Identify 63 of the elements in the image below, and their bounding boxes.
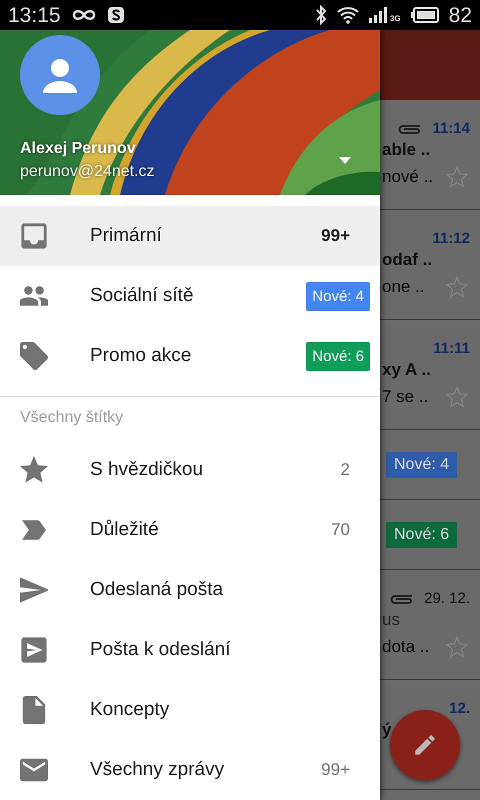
drawer-item[interactable]: Promo akce Nové: 6 bbox=[0, 326, 380, 386]
drawer-item[interactable]: Důležité 70 bbox=[0, 500, 380, 560]
new-badge: Nové: 6 bbox=[306, 342, 370, 370]
document-icon bbox=[20, 696, 48, 724]
envelope-icon bbox=[20, 756, 48, 784]
new-badge: Nové: 4 bbox=[306, 282, 370, 310]
infinity-icon bbox=[70, 8, 97, 22]
count: 99+ bbox=[321, 760, 350, 780]
send-icon bbox=[20, 576, 48, 604]
star-icon[interactable] bbox=[444, 634, 470, 660]
mail-subject: able .. bbox=[382, 140, 430, 159]
drawer-item[interactable]: Sociální sítě Nové: 4 bbox=[0, 266, 380, 326]
mail-snippet: nové .. bbox=[382, 167, 434, 187]
avatar[interactable] bbox=[20, 35, 100, 115]
star-icon[interactable] bbox=[444, 384, 470, 410]
inbox-icon bbox=[20, 222, 48, 250]
mail-time: 11:14 bbox=[432, 120, 470, 136]
mail-time: 29. 12. bbox=[424, 590, 470, 606]
drawer-item[interactable]: S hvězdičkou 2 bbox=[0, 440, 380, 500]
mail-time: 12. bbox=[449, 700, 470, 716]
item-label: Důležité bbox=[90, 519, 160, 541]
mail-snippet: one .. bbox=[382, 277, 425, 297]
star-icon bbox=[20, 456, 48, 484]
tag-icon bbox=[20, 342, 48, 370]
section-title: Všechny štítky bbox=[20, 409, 124, 428]
dropdown-icon[interactable] bbox=[339, 157, 351, 164]
count: 2 bbox=[340, 460, 350, 480]
count: 99+ bbox=[321, 226, 350, 246]
bluetooth-icon bbox=[314, 5, 327, 25]
mail-snippet: dota .. bbox=[382, 637, 430, 657]
signal-icon bbox=[368, 7, 389, 23]
drawer-item[interactable]: Všechny zprávy 99+ bbox=[0, 740, 380, 800]
drawer-item[interactable]: Pošta k odeslání bbox=[0, 620, 380, 680]
item-label: S hvězdičkou bbox=[90, 459, 204, 481]
mail-time: 11:12 bbox=[432, 230, 470, 246]
count: 70 bbox=[331, 520, 350, 540]
item-label: Sociální sítě bbox=[90, 285, 194, 307]
app-logo-icon bbox=[106, 6, 125, 24]
new-badge: Nové: 6 bbox=[386, 522, 458, 548]
drawer-item[interactable]: Koncepty bbox=[0, 680, 380, 740]
star-icon[interactable] bbox=[444, 274, 470, 300]
drawer-item[interactable]: Primární 99+ bbox=[0, 206, 380, 266]
battery-icon bbox=[410, 7, 439, 23]
mail-snippet: 7 se .. bbox=[382, 387, 428, 407]
mail-subject: odaf .. bbox=[382, 250, 432, 269]
mail-subject: xy A .. bbox=[382, 360, 431, 379]
item-label: Pošta k odeslání bbox=[90, 639, 232, 661]
network-type: 3G bbox=[390, 14, 401, 23]
outbox-icon bbox=[20, 636, 48, 664]
item-label: Koncepty bbox=[90, 699, 170, 721]
item-label: Promo akce bbox=[90, 345, 192, 367]
clock: 13:15 bbox=[8, 4, 61, 26]
star-icon[interactable] bbox=[444, 164, 470, 190]
wifi-icon bbox=[336, 6, 359, 24]
item-label: Primární bbox=[90, 225, 163, 247]
mail-time: 11:11 bbox=[433, 340, 470, 356]
item-label: Všechny zprávy bbox=[90, 759, 226, 781]
mail-subject: ý bbox=[382, 720, 392, 739]
battery-percent: 82 bbox=[448, 4, 472, 26]
drawer-item[interactable]: Odeslaná pošta bbox=[0, 560, 380, 620]
new-badge: Nové: 4 bbox=[386, 452, 458, 478]
item-label: Odeslaná pošta bbox=[90, 579, 224, 601]
mail-subject: us bbox=[382, 610, 400, 629]
